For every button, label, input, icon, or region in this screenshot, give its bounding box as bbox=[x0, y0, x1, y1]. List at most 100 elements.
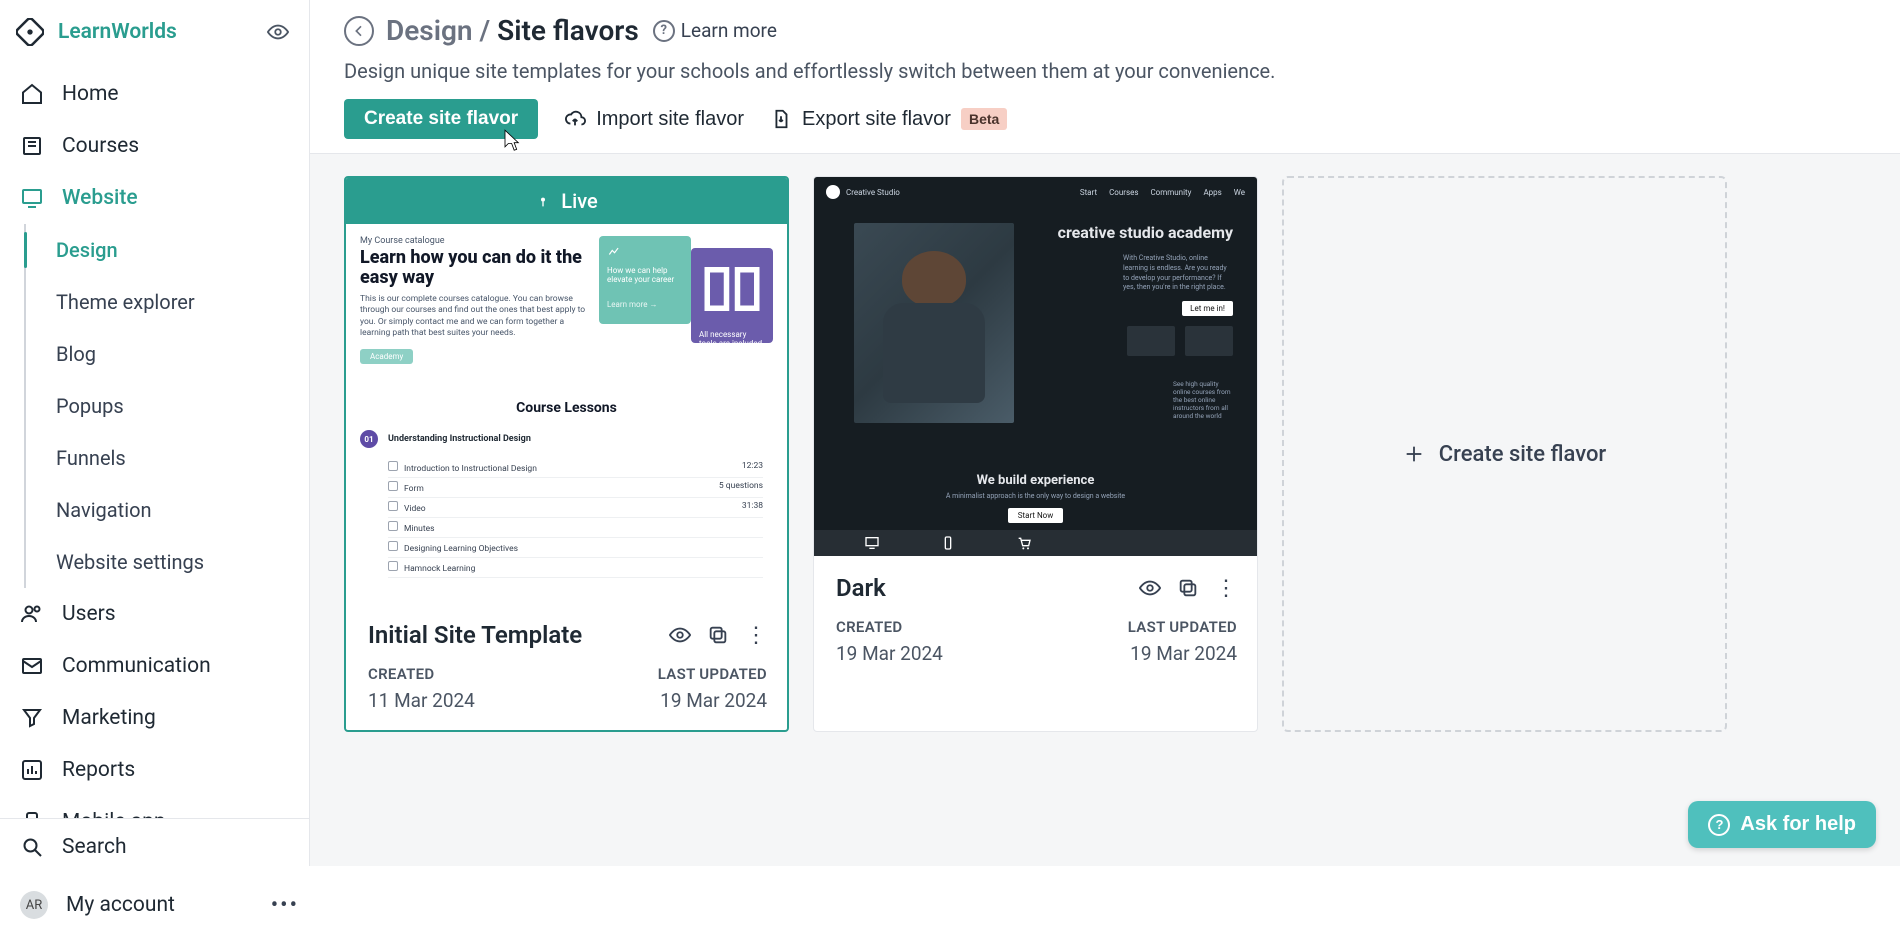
flavor-preview: Creative Studio Start Courses Community … bbox=[814, 177, 1257, 556]
sidebar-item-label: Communication bbox=[62, 654, 211, 678]
flavor-title: Dark bbox=[836, 574, 886, 602]
flavor-card[interactable]: Live My Course catalogue Learn how you c… bbox=[344, 176, 789, 732]
sidebar-item-label: My account bbox=[66, 893, 175, 917]
users-icon bbox=[20, 602, 44, 626]
help-icon: ? bbox=[1708, 814, 1730, 836]
mail-icon bbox=[20, 654, 44, 678]
sidebar-item-label: Users bbox=[62, 602, 116, 626]
hero-image-placeholder bbox=[854, 223, 1014, 423]
sidebar-nav: Home Courses Website Design Theme explor… bbox=[0, 64, 309, 818]
breadcrumb-row: Design / Site flavors ? Learn more bbox=[344, 14, 1870, 47]
sidebar-item-navigation[interactable]: Navigation bbox=[26, 484, 309, 536]
home-icon bbox=[20, 82, 44, 106]
mobile-icon bbox=[940, 535, 956, 551]
plus-icon bbox=[1403, 443, 1425, 465]
back-button[interactable] bbox=[344, 16, 374, 46]
sidebar-item-label: Home bbox=[62, 82, 119, 106]
action-bar: Create site flavor Import site flavor Ex… bbox=[344, 99, 1870, 139]
beta-badge: Beta bbox=[961, 108, 1007, 130]
export-site-flavor-button[interactable]: Export site flavor Beta bbox=[770, 108, 1007, 131]
sidebar-item-design[interactable]: Design bbox=[26, 224, 309, 276]
ask-for-help-button[interactable]: ? Ask for help bbox=[1688, 801, 1876, 848]
create-flavor-card[interactable]: Create site flavor bbox=[1282, 176, 1727, 732]
flavor-card-body: Dark ⋮ CREATED LAST UPDATED 19 Mar 20 bbox=[814, 556, 1257, 683]
eye-icon[interactable] bbox=[1139, 577, 1161, 599]
preview-eye-icon[interactable] bbox=[267, 21, 289, 43]
copy-icon[interactable] bbox=[707, 624, 729, 646]
sidebar-item-users[interactable]: Users bbox=[0, 588, 309, 640]
sidebar-item-mobile-app[interactable]: Mobile app bbox=[0, 796, 309, 818]
content: Live My Course catalogue Learn how you c… bbox=[310, 154, 1900, 866]
search-icon bbox=[20, 835, 44, 859]
sidebar-item-home[interactable]: Home bbox=[0, 68, 309, 120]
live-badge: Live bbox=[346, 178, 787, 224]
sidebar-item-search[interactable]: Search bbox=[0, 819, 309, 875]
sidebar-item-marketing[interactable]: Marketing bbox=[0, 692, 309, 744]
chart-line-icon bbox=[607, 244, 621, 258]
eye-icon[interactable] bbox=[669, 624, 691, 646]
preview-logo-icon bbox=[826, 185, 840, 199]
sidebar-item-label: Marketing bbox=[62, 706, 156, 730]
book-open-icon bbox=[699, 256, 765, 322]
sidebar: LearnWorlds Home Courses Website Design … bbox=[0, 0, 310, 866]
book-icon bbox=[20, 134, 44, 158]
updated-label: LAST UPDATED bbox=[1128, 618, 1237, 636]
flavor-cards: Live My Course catalogue Learn how you c… bbox=[344, 176, 1866, 732]
sidebar-item-blog[interactable]: Blog bbox=[26, 328, 309, 380]
sidebar-item-theme-explorer[interactable]: Theme explorer bbox=[26, 276, 309, 328]
flavor-card-body: Initial Site Template ⋮ CREATED LAST UPD… bbox=[346, 603, 787, 730]
breadcrumb-parent[interactable]: Design bbox=[386, 14, 473, 47]
updated-date: 19 Mar 2024 bbox=[1130, 642, 1237, 665]
created-label: CREATED bbox=[836, 618, 902, 636]
breadcrumb: Design / Site flavors bbox=[386, 14, 639, 47]
brand[interactable]: LearnWorlds bbox=[16, 18, 177, 46]
flavor-preview: My Course catalogue Learn how you can do… bbox=[346, 224, 787, 603]
sidebar-item-communication[interactable]: Communication bbox=[0, 640, 309, 692]
sidebar-item-label: Courses bbox=[62, 134, 139, 158]
main: Design / Site flavors ? Learn more Desig… bbox=[310, 0, 1900, 866]
brand-name: LearnWorlds bbox=[58, 20, 177, 44]
updated-label: LAST UPDATED bbox=[658, 665, 767, 683]
created-label: CREATED bbox=[368, 665, 434, 683]
device-bar bbox=[814, 530, 1257, 556]
page-description: Design unique site templates for your sc… bbox=[344, 59, 1870, 83]
avatar: AR bbox=[20, 891, 48, 919]
arrow-left-icon bbox=[351, 23, 367, 39]
kebab-icon[interactable]: ⋮ bbox=[745, 623, 767, 648]
sidebar-item-reports[interactable]: Reports bbox=[0, 744, 309, 796]
create-site-flavor-button[interactable]: Create site flavor bbox=[344, 99, 538, 139]
breadcrumb-current: Site flavors bbox=[497, 14, 639, 47]
more-icon[interactable]: ••• bbox=[271, 893, 299, 918]
sidebar-item-label: Website bbox=[62, 186, 138, 210]
sidebar-item-account[interactable]: AR My account ••• bbox=[0, 875, 309, 935]
website-subnav: Design Theme explorer Blog Popups Funnel… bbox=[24, 224, 309, 588]
sidebar-item-popups[interactable]: Popups bbox=[26, 380, 309, 432]
sidebar-item-label: Mobile app bbox=[62, 810, 166, 818]
desktop-icon bbox=[864, 535, 880, 551]
bar-chart-icon bbox=[20, 758, 44, 782]
monitor-icon bbox=[20, 186, 44, 210]
broadcast-icon bbox=[535, 193, 551, 209]
created-date: 19 Mar 2024 bbox=[836, 642, 943, 665]
brand-logo-icon bbox=[16, 18, 44, 46]
sidebar-header: LearnWorlds bbox=[0, 0, 309, 64]
flavor-card[interactable]: Creative Studio Start Courses Community … bbox=[813, 176, 1258, 732]
file-export-icon bbox=[770, 108, 792, 130]
copy-icon[interactable] bbox=[1177, 577, 1199, 599]
learn-more-link[interactable]: ? Learn more bbox=[653, 19, 777, 42]
sidebar-item-website[interactable]: Website bbox=[0, 172, 309, 224]
sidebar-item-website-settings[interactable]: Website settings bbox=[26, 536, 309, 588]
cart-icon bbox=[1016, 535, 1032, 551]
kebab-icon[interactable]: ⋮ bbox=[1215, 576, 1237, 601]
flavor-title: Initial Site Template bbox=[368, 621, 582, 649]
mobile-icon bbox=[20, 810, 44, 818]
sidebar-item-label: Reports bbox=[62, 758, 135, 782]
sidebar-item-funnels[interactable]: Funnels bbox=[26, 432, 309, 484]
sidebar-footer: Search AR My account ••• bbox=[0, 818, 309, 935]
help-icon: ? bbox=[653, 20, 675, 42]
page-header: Design / Site flavors ? Learn more Desig… bbox=[310, 0, 1900, 154]
funnel-icon bbox=[20, 706, 44, 730]
import-site-flavor-button[interactable]: Import site flavor bbox=[564, 108, 744, 131]
sidebar-item-courses[interactable]: Courses bbox=[0, 120, 309, 172]
sidebar-item-label: Search bbox=[62, 835, 127, 859]
